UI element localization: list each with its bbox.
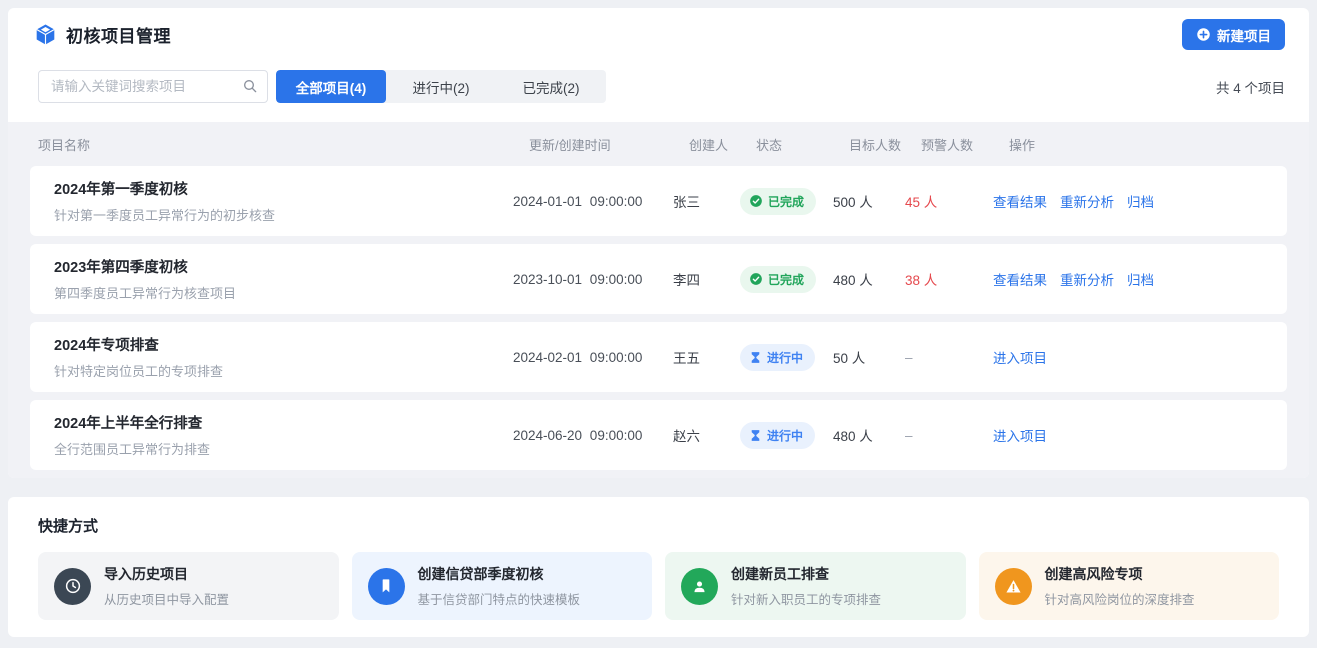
- project-name: 2024年上半年全行排查: [54, 412, 513, 433]
- project-name: 2024年专项排查: [54, 334, 513, 355]
- col-header-target: 目标人数: [849, 135, 921, 154]
- project-creator: 张三: [673, 191, 740, 211]
- view-results-link[interactable]: 查看结果: [993, 269, 1047, 289]
- col-header-creator: 创建人: [689, 135, 756, 154]
- new-project-label: 新建项目: [1217, 25, 1271, 45]
- project-warning: 38 人: [905, 269, 993, 289]
- shortcut-high-risk[interactable]: 创建高风险专项 针对高风险岗位的深度排查: [979, 552, 1280, 620]
- project-time: 2024-06-20 09:00:00: [513, 428, 673, 443]
- shortcut-new-employee[interactable]: 创建新员工排查 针对新入职员工的专项排查: [665, 552, 966, 620]
- project-warning: –: [905, 428, 993, 443]
- status-badge: 已完成: [740, 266, 816, 293]
- shortcut-credit-quarterly[interactable]: 创建信贷部季度初核 基于信贷部门特点的快速模板: [352, 552, 653, 620]
- project-target: 500 人: [833, 191, 905, 211]
- project-time: 2024-02-01 09:00:00: [513, 350, 673, 365]
- col-header-time: 更新/创建时间: [529, 135, 689, 154]
- enter-project-link[interactable]: 进入项目: [993, 425, 1047, 445]
- project-desc: 全行范围员工异常行为排查: [54, 439, 513, 458]
- table-row: 2023年第四季度初核 第四季度员工异常行为核查项目 2023-10-01 09…: [30, 244, 1287, 314]
- status-label: 进行中: [767, 349, 803, 366]
- shortcut-title-text: 创建新员工排查: [731, 564, 881, 584]
- table-row: 2024年第一季度初核 针对第一季度员工异常行为的初步核查 2024-01-01…: [30, 166, 1287, 236]
- archive-link[interactable]: 归档: [1127, 269, 1154, 289]
- shortcut-desc-text: 针对高风险岗位的深度排查: [1045, 589, 1195, 608]
- total-count: 共 4 个项目: [1216, 77, 1285, 97]
- check-circle-icon: [749, 272, 763, 286]
- project-creator: 李四: [673, 269, 740, 289]
- clock-icon: [54, 568, 91, 605]
- enter-project-link[interactable]: 进入项目: [993, 347, 1047, 367]
- shortcut-desc-text: 基于信贷部门特点的快速模板: [418, 589, 581, 608]
- tab-all-projects[interactable]: 全部项目(4): [276, 70, 386, 103]
- col-header-actions: 操作: [1009, 135, 1279, 154]
- page-title: 初核项目管理: [66, 22, 171, 47]
- status-badge: 已完成: [740, 188, 816, 215]
- col-header-name: 项目名称: [38, 135, 529, 154]
- panel-header: 初核项目管理 新建项目: [8, 8, 1309, 62]
- status-badge: 进行中: [740, 422, 815, 449]
- toolbar: 全部项目(4) 进行中(2) 已完成(2) 共 4 个项目: [8, 62, 1309, 112]
- project-creator: 王五: [673, 347, 740, 367]
- shortcut-desc-text: 从历史项目中导入配置: [104, 589, 229, 608]
- warning-icon: [995, 568, 1032, 605]
- status-label: 已完成: [768, 193, 804, 210]
- shortcuts-panel: 快捷方式 导入历史项目 从历史项目中导入配置 创建信贷部季度初核: [8, 497, 1309, 637]
- search-input[interactable]: [38, 70, 268, 103]
- reanalyze-link[interactable]: 重新分析: [1060, 191, 1114, 211]
- project-name: 2024年第一季度初核: [54, 178, 513, 199]
- status-label: 已完成: [768, 271, 804, 288]
- search-icon: [242, 78, 258, 99]
- project-desc: 第四季度员工异常行为核查项目: [54, 283, 513, 302]
- project-time: 2024-01-01 09:00:00: [513, 194, 673, 209]
- reanalyze-link[interactable]: 重新分析: [1060, 269, 1114, 289]
- project-creator: 赵六: [673, 425, 740, 445]
- archive-link[interactable]: 归档: [1127, 191, 1154, 211]
- col-header-warning: 预警人数: [921, 135, 1009, 154]
- project-warning: –: [905, 350, 993, 365]
- shortcut-desc-text: 针对新入职员工的专项排查: [731, 589, 881, 608]
- project-desc: 针对特定岗位员工的专项排查: [54, 361, 513, 380]
- project-target: 50 人: [833, 347, 905, 367]
- plus-circle-icon: [1196, 27, 1211, 42]
- hourglass-icon: [749, 351, 762, 364]
- check-circle-icon: [749, 194, 763, 208]
- shortcuts-grid: 导入历史项目 从历史项目中导入配置 创建信贷部季度初核 基于信贷部门特点的快速模…: [38, 552, 1279, 620]
- shortcut-import-history[interactable]: 导入历史项目 从历史项目中导入配置: [38, 552, 339, 620]
- shortcuts-title: 快捷方式: [38, 515, 1279, 536]
- shortcut-title-text: 创建信贷部季度初核: [418, 564, 581, 584]
- cube-icon: [34, 23, 57, 46]
- status-label: 进行中: [767, 427, 803, 444]
- tab-completed[interactable]: 已完成(2): [496, 70, 606, 103]
- project-table: 项目名称 更新/创建时间 创建人 状态 目标人数 预警人数 操作 2024年第一…: [8, 122, 1309, 478]
- col-header-status: 状态: [756, 135, 849, 154]
- view-results-link[interactable]: 查看结果: [993, 191, 1047, 211]
- project-time: 2023-10-01 09:00:00: [513, 272, 673, 287]
- hourglass-icon: [749, 429, 762, 442]
- table-row: 2024年专项排查 针对特定岗位员工的专项排查 2024-02-01 09:00…: [30, 322, 1287, 392]
- tab-in-progress[interactable]: 进行中(2): [386, 70, 496, 103]
- project-name: 2023年第四季度初核: [54, 256, 513, 277]
- table-row: 2024年上半年全行排查 全行范围员工异常行为排查 2024-06-20 09:…: [30, 400, 1287, 470]
- project-target: 480 人: [833, 425, 905, 445]
- bookmark-icon: [368, 568, 405, 605]
- search-box: [38, 70, 268, 103]
- project-warning: 45 人: [905, 191, 993, 211]
- new-project-button[interactable]: 新建项目: [1182, 19, 1285, 50]
- project-filter-tabs: 全部项目(4) 进行中(2) 已完成(2): [276, 70, 606, 103]
- shortcut-title-text: 导入历史项目: [104, 564, 229, 584]
- table-header-row: 项目名称 更新/创建时间 创建人 状态 目标人数 预警人数 操作: [30, 122, 1287, 166]
- status-badge: 进行中: [740, 344, 815, 371]
- project-desc: 针对第一季度员工异常行为的初步核查: [54, 205, 513, 224]
- user-icon: [681, 568, 718, 605]
- project-target: 480 人: [833, 269, 905, 289]
- shortcut-title-text: 创建高风险专项: [1045, 564, 1195, 584]
- project-management-panel: 初核项目管理 新建项目 全部项目(4) 进行中(2): [8, 8, 1309, 478]
